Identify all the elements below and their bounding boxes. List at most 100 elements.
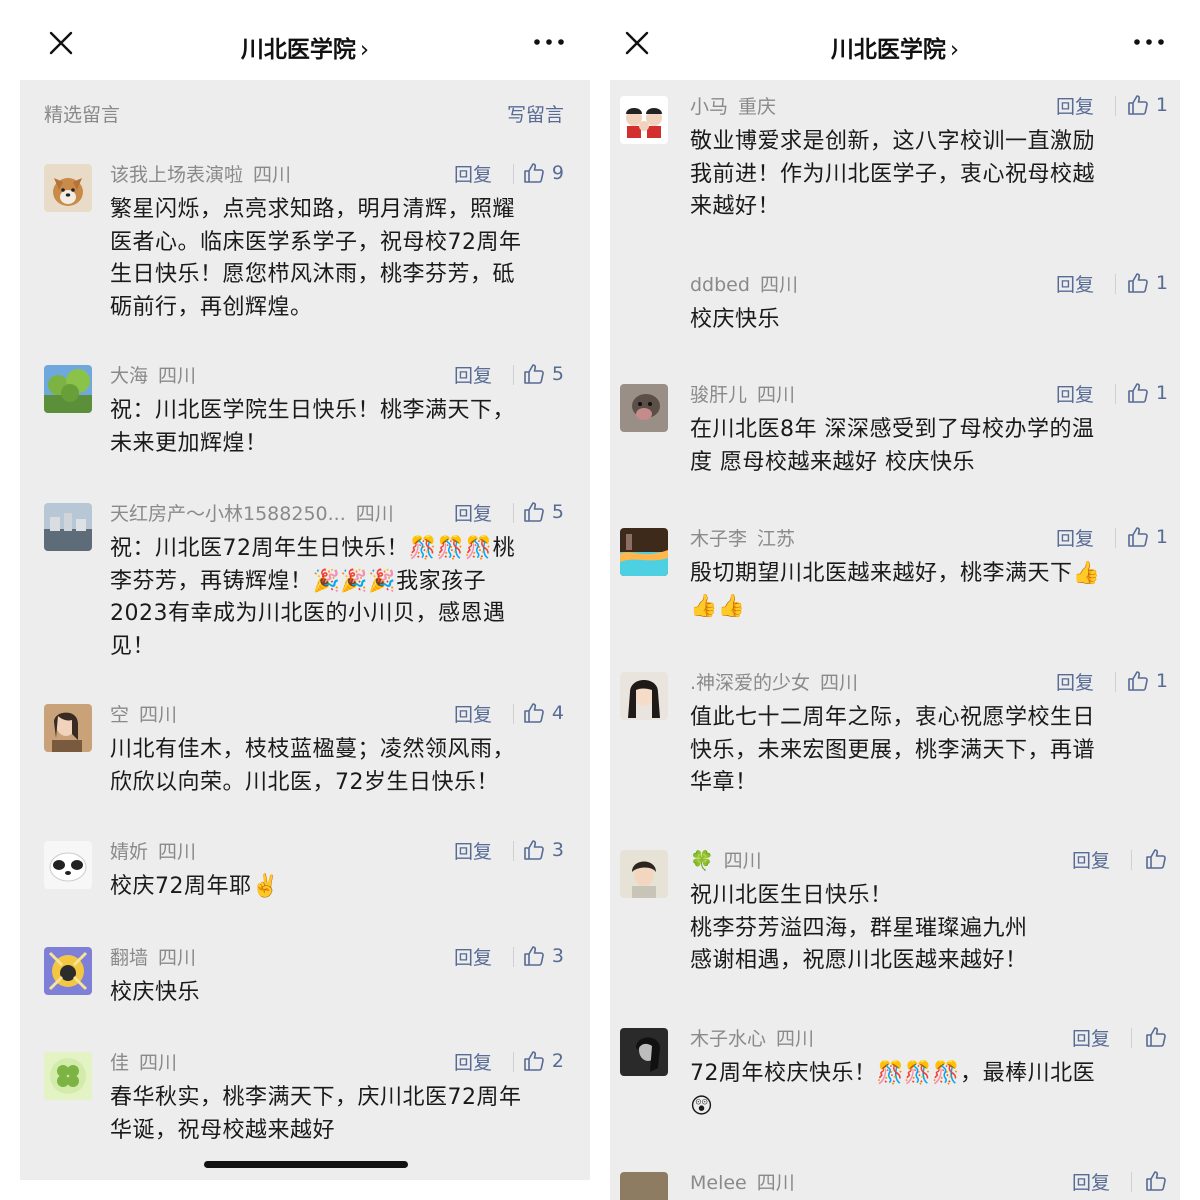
avatar[interactable] [44,947,92,995]
commenter-name[interactable]: 大海 [110,365,148,387]
like-count: 1 [1155,382,1168,404]
more-button[interactable] [1132,35,1166,49]
avatar[interactable] [620,672,668,720]
commenter-name[interactable]: 该我上场表演啦 [110,164,243,186]
write-comment-button[interactable]: 写留言 [507,100,564,127]
comment-line: 祝：川北医学院生日快乐！桃李满天下， [110,398,516,423]
commenter-name[interactable]: 木子水心 [690,1028,766,1050]
like-button[interactable]: 3 [522,942,564,970]
account-title[interactable]: 川北医学院 › [610,30,1180,64]
commenter-location: 四川 [158,841,197,863]
reply-button[interactable]: 回复 [454,361,492,388]
comment-meta: ddbed 四川 回复 1 [690,270,1180,298]
divider [1115,672,1116,692]
commenter-location: 四川 [759,274,798,296]
comment-line: 桃李芬芳溢四海，群星璀璨遍九州 [690,915,1028,941]
section-header: 精选留言 写留言 [20,80,590,140]
comment-meta: 天红房产～小林1588250... 四川 回复 5 [110,499,590,527]
comment-line: 我前进！作为川北医学子，衷心祝母校越 [690,161,1096,187]
like-button[interactable]: 9 [522,159,564,187]
commenter-name[interactable]: 婧妡 [110,841,148,863]
commenter-name[interactable]: ddbed [690,274,750,296]
reply-button[interactable]: 回复 [454,943,492,970]
home-indicator[interactable] [204,1161,408,1168]
avatar[interactable] [620,528,668,576]
account-title[interactable]: 川北医学院 › [20,30,590,64]
reply-button[interactable]: 回复 [454,837,492,864]
reply-button[interactable]: 回复 [454,1048,492,1075]
avatar[interactable] [620,96,668,144]
reply-button[interactable]: 回复 [1072,1024,1110,1051]
avatar[interactable] [44,503,92,551]
avatar[interactable] [620,1028,668,1076]
comment-item: 大海 四川 回复 5 祝：川北医学院生日快乐！桃李满天下， 未来更加辉煌！ [20,361,590,461]
commenter-name[interactable]: Melee [690,1172,747,1194]
commenter-name[interactable]: 天红房产～小林1588250... [110,503,346,525]
reply-button[interactable]: 回复 [1072,846,1110,873]
like-button[interactable]: 1 [1126,523,1168,551]
comment-item: ddbed 四川 回复 1 校庆快乐 [610,270,1180,340]
avatar[interactable] [620,1172,668,1200]
avatar[interactable] [44,365,92,413]
like-button[interactable]: 1 [1126,379,1168,407]
like-count: 5 [551,501,564,523]
like-button[interactable]: 3 [522,836,564,864]
reply-button[interactable]: 回复 [454,700,492,727]
commenter-name[interactable]: 小马 [690,96,728,118]
comment-line: 敬业博爱求是创新，这八字校训一直激励 [690,129,1096,154]
commenter-location: 重庆 [738,96,777,118]
commenter-name[interactable]: 木子李 [690,528,747,550]
reply-button[interactable]: 回复 [1072,1168,1110,1195]
commenter-name[interactable]: 🍀 [690,850,714,872]
like-button[interactable] [1144,845,1168,873]
more-button[interactable] [532,35,566,49]
comment-line: 春华秋实，桃李满天下，庆川北医72周年 [110,1085,522,1110]
avatar[interactable] [44,841,92,889]
like-button[interactable]: 1 [1126,91,1168,119]
comment-line: 2023有幸成为川北医的小川贝，感恩遇 [110,601,506,626]
divider [1115,96,1116,116]
comment-text: 祝川北医生日快乐！ 桃李芬芳溢四海，群星璀璨遍九州 感谢相遇，祝愿川北医越来越好… [690,880,1166,978]
commenter-name[interactable]: 佳 [110,1052,129,1074]
reply-button[interactable]: 回复 [1056,524,1094,551]
comment-line: 华章！ [690,770,758,795]
left-article-view: 川北医学院 › 精选留言 写留言 该我上场表演啦 四川 回复 9 繁星闪烁，点亮… [20,0,590,1200]
like-button[interactable]: 1 [1126,667,1168,695]
comment-line: 祝川北医生日快乐！ [690,883,893,908]
like-count: 2 [551,1050,564,1072]
comment-meta: 翻墙 四川 回复 3 [110,943,590,971]
account-name: 川北医学院 [240,37,356,63]
comment-line: 校庆快乐 [690,307,781,332]
reply-button[interactable]: 回复 [1056,92,1094,119]
comment-line: 李芬芳，再铸辉煌！🎉🎉🎉我家孩子 [110,568,487,594]
like-button[interactable]: 5 [522,498,564,526]
like-button[interactable] [1144,1167,1168,1195]
reply-button[interactable]: 回复 [1056,380,1094,407]
commenter-location: 四川 [158,365,197,387]
reply-button[interactable]: 回复 [1056,668,1094,695]
comment-item: 🍀 四川 回复 祝川北医生日快乐！ 桃李芬芳溢四海，群星璀璨遍九州 感谢相遇，祝愿… [610,846,1180,986]
reply-button[interactable]: 回复 [1056,270,1094,297]
more-dots-icon [534,39,564,45]
like-button[interactable]: 4 [522,699,564,727]
commenter-name[interactable]: 空 [110,704,129,726]
thumbs-up-icon [1128,671,1148,691]
avatar[interactable] [620,850,668,898]
like-button[interactable] [1144,1023,1168,1051]
nav-bar: 川北医学院 › [610,0,1180,80]
like-button[interactable]: 5 [522,360,564,388]
avatar[interactable] [620,384,668,432]
avatar[interactable] [44,704,92,752]
reply-button[interactable]: 回复 [454,499,492,526]
commenter-name[interactable]: 骏肝儿 [690,384,747,406]
divider [513,841,514,861]
reply-button[interactable]: 回复 [454,160,492,187]
commenter-name[interactable]: 翻墙 [110,947,148,969]
like-button[interactable]: 2 [522,1047,564,1075]
comment-item: 骏肝儿 四川 回复 1 在川北医8年 深深感受到了母校办学的温 度 愿母校越来越好… [610,380,1180,480]
like-button[interactable]: 1 [1126,269,1168,297]
divider [1115,384,1116,404]
avatar[interactable] [44,1052,92,1100]
avatar[interactable] [44,164,92,212]
commenter-name[interactable]: .神深爱的少女 [690,672,810,694]
